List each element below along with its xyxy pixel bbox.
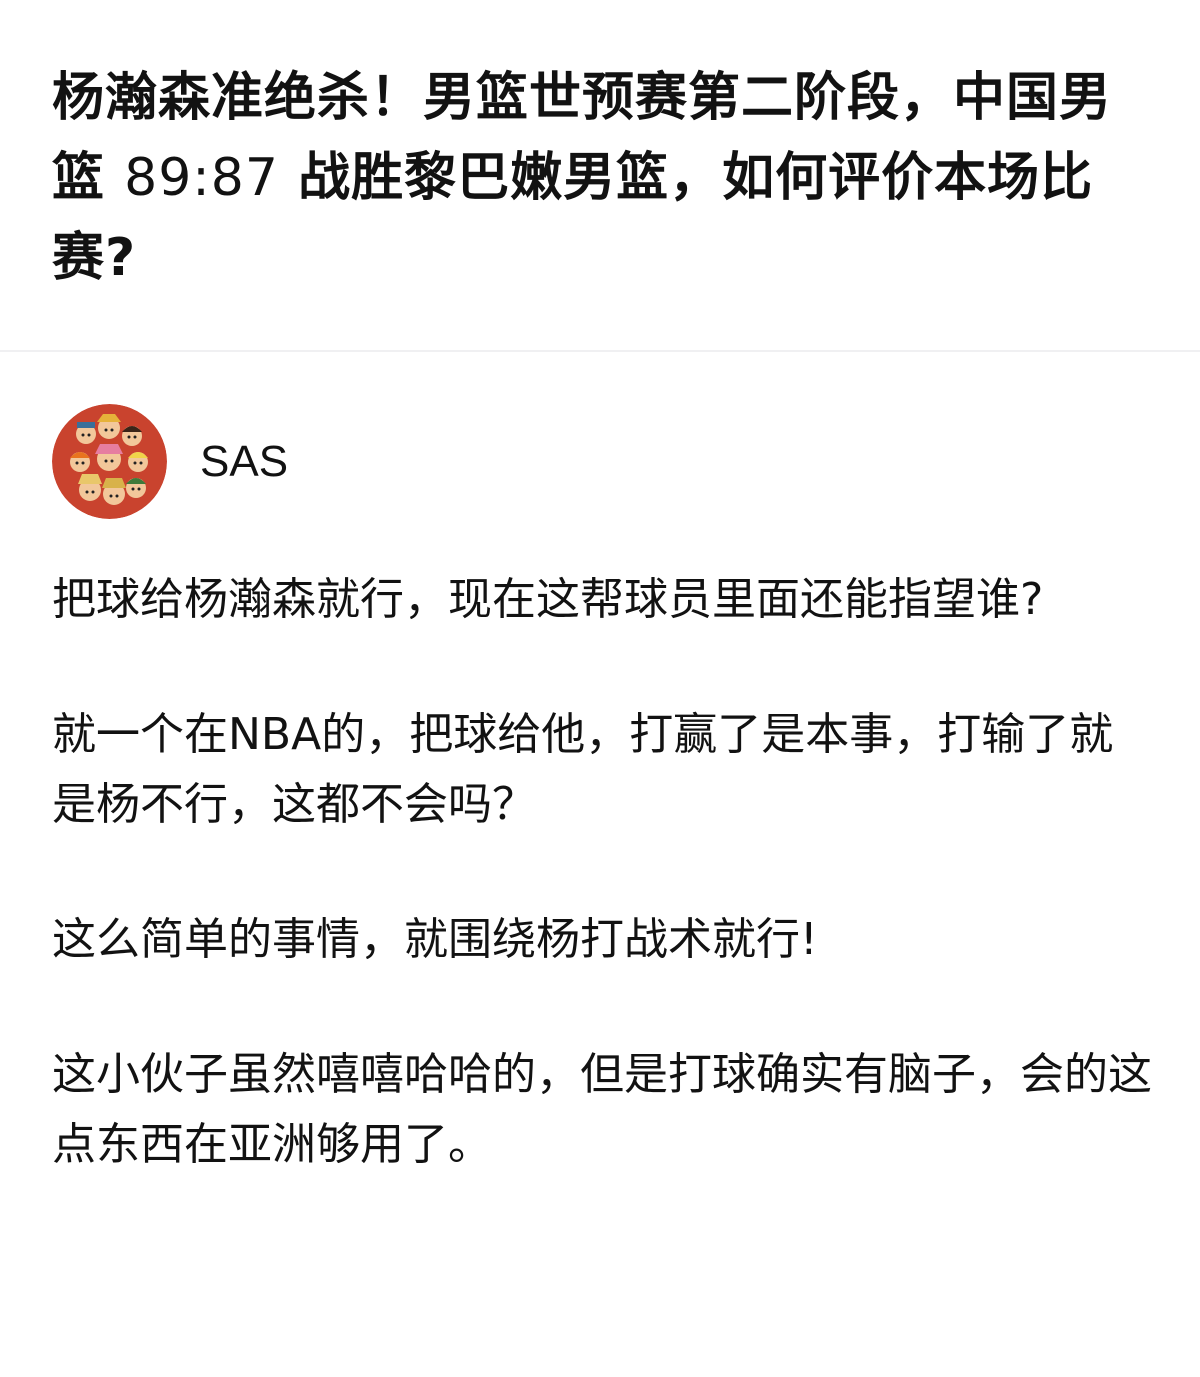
question-title[interactable]: 杨瀚森准绝杀！男篮世预赛第二阶段，中国男篮 89:87 战胜黎巴嫩男篮，如何评价… [52,58,1152,298]
answer-paragraph: 就一个在NBA的，把球给他，打赢了是本事，打输了就是杨不行，这都不会吗？ [52,709,1114,830]
author-name[interactable]: SAS [200,437,288,487]
cartoon-group-avatar-icon [52,404,167,519]
answer-paragraph: 把球给杨瀚森就行，现在这帮球员里面还能指望谁? [52,574,1044,625]
avatar[interactable] [52,404,167,519]
question-title-score: 89:87 [124,148,279,208]
author-info: SAS [52,404,288,519]
answer-paragraph: 这么简单的事情，就围绕杨打战术就行! [52,914,818,965]
section-divider [0,350,1200,352]
answer-paragraph: 这小伙子虽然嘻嘻哈哈的，但是打球确实有脑子，会的这点东西在亚洲够用了。 [52,1049,1152,1170]
answer-content: 把球给杨瀚森就行，现在这帮球员里面还能指望谁? 就一个在NBA的，把球给他，打赢… [52,565,1152,1245]
